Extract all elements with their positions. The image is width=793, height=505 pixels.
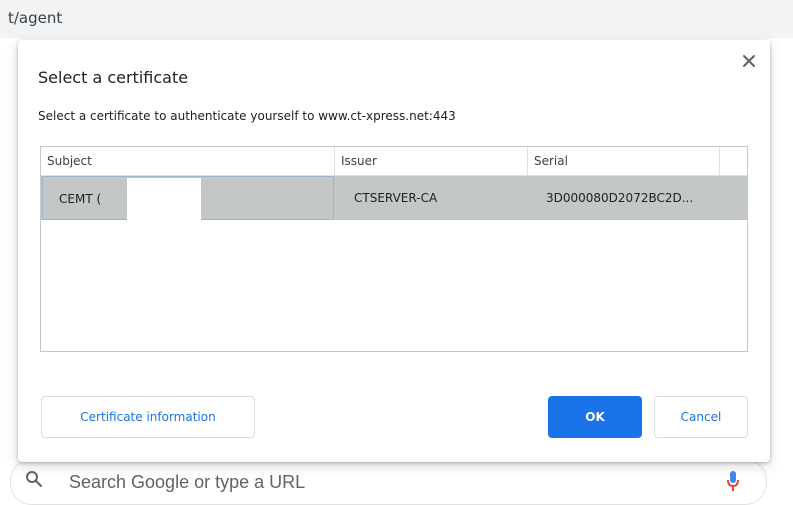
address-bar[interactable]: t/agent xyxy=(0,0,793,38)
dialog-title: Select a certificate xyxy=(38,68,189,87)
select-certificate-dialog: Select a certificate Select a certificat… xyxy=(18,40,770,462)
column-header-filler xyxy=(720,147,747,175)
ok-button[interactable]: OK xyxy=(548,396,642,438)
search-placeholder: Search Google or type a URL xyxy=(69,472,306,492)
cell-issuer: CTSERVER-CA xyxy=(354,191,438,205)
mic-icon[interactable] xyxy=(726,470,740,492)
table-row[interactable]: CEMT ( CTSERVER-CA 3D000080D2072BC2D... xyxy=(41,176,747,220)
table-header: Subject Issuer Serial xyxy=(41,147,747,176)
certificate-information-button[interactable]: Certificate information xyxy=(41,396,255,438)
cell-subject: CEMT ( xyxy=(42,176,334,220)
close-icon[interactable] xyxy=(740,52,758,70)
column-header-subject[interactable]: Subject xyxy=(41,147,335,175)
column-header-issuer[interactable]: Issuer xyxy=(335,147,528,175)
cell-serial: 3D000080D2072BC2D... xyxy=(546,191,694,205)
column-header-serial[interactable]: Serial xyxy=(528,147,720,175)
cancel-button[interactable]: Cancel xyxy=(654,396,748,438)
redaction-box xyxy=(127,178,201,220)
dialog-subtitle: Select a certificate to authenticate you… xyxy=(38,109,456,123)
google-search-box[interactable]: Search Google or type a URL xyxy=(10,459,767,505)
certificate-table: Subject Issuer Serial CEMT ( CTSERVER-CA… xyxy=(40,146,748,352)
address-text: t/agent xyxy=(8,9,63,27)
search-icon xyxy=(25,470,43,488)
subject-text: CEMT ( xyxy=(59,192,102,206)
